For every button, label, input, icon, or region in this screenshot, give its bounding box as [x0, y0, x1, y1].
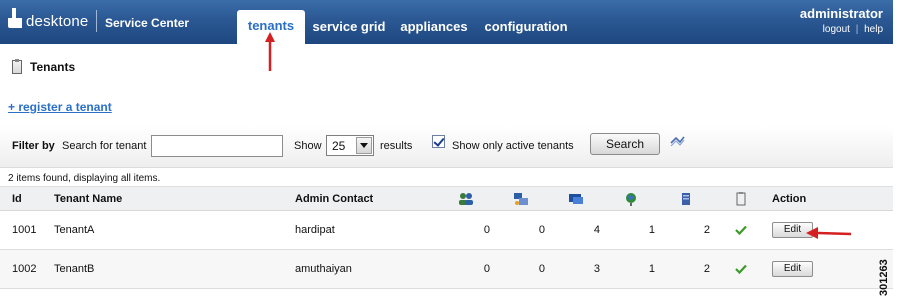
- globe-icon: [623, 187, 639, 210]
- table-row: 1002 TenantB amuthaiyan 0 0 3 1 2 Edit: [0, 250, 893, 289]
- active-only-label: Show only active tenants: [452, 140, 574, 152]
- tenants-table: Id Tenant Name Admin Contact Action 1001…: [0, 186, 893, 289]
- row-admin-contact: hardipat: [295, 224, 335, 236]
- row-globe-count: 1: [648, 224, 655, 236]
- page-size-select[interactable]: 25: [326, 135, 374, 156]
- table-row: 1001 TenantA hardipat 0 0 4 1 2 Edit: [0, 211, 893, 250]
- column-header-id[interactable]: Id: [12, 187, 22, 210]
- callout-arrow-left-icon: [806, 227, 852, 239]
- row-server-count: 2: [703, 263, 710, 275]
- column-header-admin-contact[interactable]: Admin Contact: [295, 187, 373, 210]
- header-divider: [96, 10, 97, 32]
- tenant-search-input[interactable]: [151, 135, 283, 157]
- help-link[interactable]: help: [864, 24, 883, 35]
- row-desktops-count: 0: [538, 224, 545, 236]
- row-server-count: 2: [703, 224, 710, 236]
- row-id: 1002: [12, 263, 37, 275]
- results-label: results: [380, 140, 413, 152]
- items-found-text: 2 items found, displaying all items.: [8, 173, 161, 184]
- users-icon: [458, 187, 474, 210]
- row-globe-count: 1: [648, 263, 655, 275]
- row-id: 1001: [12, 224, 37, 236]
- page-header: Tenants: [12, 58, 75, 76]
- tab-appliances[interactable]: appliances: [396, 0, 472, 44]
- row-admin-contact: amuthaiyan: [295, 263, 352, 275]
- edit-button[interactable]: Edit: [772, 261, 813, 277]
- clipboard-icon: [733, 187, 749, 210]
- top-navigation-bar: desktone Service Center tenants service …: [0, 0, 893, 44]
- search-for-tenant-label: Search for tenant: [62, 140, 147, 152]
- app-name: Service Center: [105, 16, 190, 30]
- tab-service-grid[interactable]: service grid: [310, 0, 388, 44]
- active-check-icon: [735, 211, 747, 249]
- row-users-count: 0: [483, 224, 490, 236]
- table-header-row: Id Tenant Name Admin Contact Action: [0, 186, 893, 211]
- desktone-logo-icon: [8, 8, 22, 30]
- active-check-icon: [735, 250, 747, 288]
- brand-name: desktone: [26, 13, 89, 30]
- tab-configuration[interactable]: configuration: [480, 0, 572, 44]
- chevron-down-icon[interactable]: [356, 137, 372, 154]
- column-header-action: Action: [772, 192, 807, 205]
- row-desktops-count: 0: [538, 263, 545, 275]
- column-header-tenant-name[interactable]: Tenant Name: [54, 187, 122, 210]
- filter-bar: Filter by Search for tenant Show 25 resu…: [0, 126, 893, 168]
- logout-link[interactable]: logout: [823, 24, 850, 35]
- clipboard-icon: [12, 59, 22, 74]
- user-panel: administrator logout | help: [800, 6, 883, 35]
- row-monitors-count: 4: [593, 224, 600, 236]
- active-only-checkbox[interactable]: [432, 135, 445, 148]
- filter-by-label: Filter by: [12, 140, 55, 152]
- search-button[interactable]: Search: [590, 133, 660, 155]
- callout-arrow-up-icon: [265, 32, 275, 71]
- page-size-value: 25: [332, 139, 346, 153]
- row-tenant-name: TenantB: [54, 263, 95, 275]
- row-monitors-count: 3: [593, 263, 600, 275]
- register-tenant-link[interactable]: + register a tenant: [8, 100, 112, 114]
- figure-id: 301263: [878, 259, 890, 296]
- link-separator: |: [855, 24, 859, 35]
- edit-cell: Edit: [772, 250, 813, 288]
- show-label: Show: [294, 140, 322, 152]
- server-icon: [678, 187, 694, 210]
- page-title: Tenants: [30, 60, 76, 74]
- monitors-icon: [568, 187, 584, 210]
- row-tenant-name: TenantA: [54, 224, 95, 236]
- row-users-count: 0: [483, 263, 490, 275]
- desktops-icon: [513, 187, 529, 210]
- username: administrator: [799, 6, 883, 21]
- refresh-icon[interactable]: [669, 134, 685, 148]
